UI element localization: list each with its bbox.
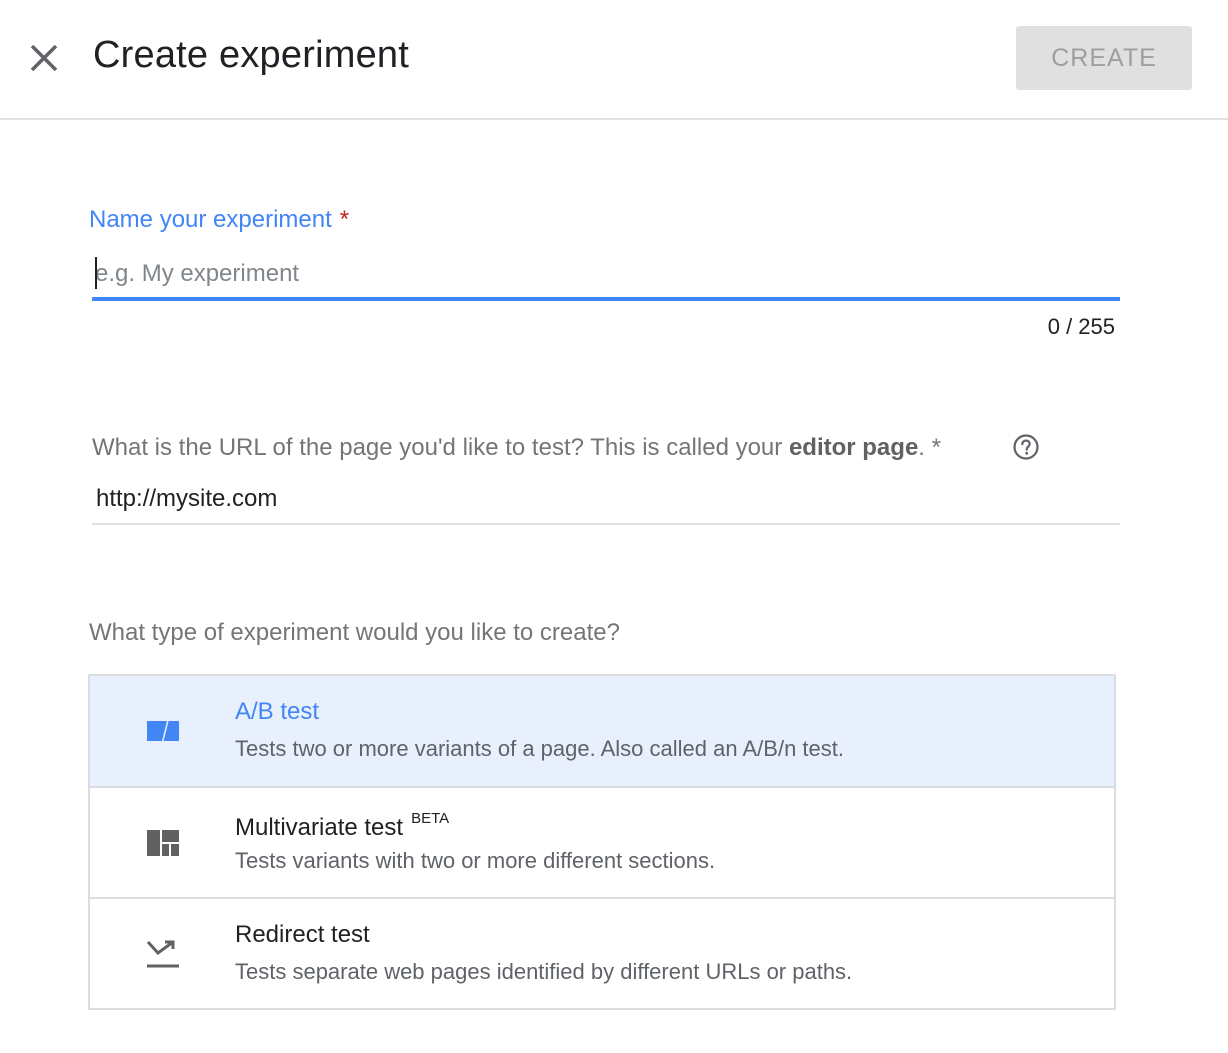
option-title-text: Multivariate test	[235, 814, 404, 841]
close-button[interactable]	[24, 38, 64, 78]
create-button[interactable]: CREATE	[1016, 26, 1192, 90]
option-ab-test[interactable]: A/B test Tests two or more variants of a…	[90, 676, 1114, 786]
url-input-underline	[92, 523, 1120, 525]
option-description: Tests variants with two or more differen…	[235, 848, 716, 873]
option-title: Multivariate test BETA	[235, 810, 449, 842]
experiment-type-list: A/B test Tests two or more variants of a…	[88, 674, 1116, 1010]
help-circle-icon[interactable]	[1012, 433, 1040, 461]
option-redirect-test[interactable]: Redirect test Tests separate web pages i…	[90, 897, 1114, 1008]
option-description: Tests separate web pages identified by d…	[235, 959, 853, 984]
option-multivariate-test[interactable]: Multivariate test BETA Tests variants wit…	[90, 786, 1114, 897]
help-button[interactable]	[1012, 433, 1040, 461]
name-input-underline-focused	[92, 297, 1120, 301]
experiment-name-input[interactable]	[92, 252, 1120, 296]
required-asterisk: *	[339, 206, 350, 233]
editor-url-label: What is the URL of the page you'd like t…	[92, 434, 941, 462]
close-icon[interactable]	[24, 38, 64, 78]
option-title: Redirect test	[235, 921, 370, 948]
option-title: A/B test	[235, 698, 320, 725]
name-field-label: Name your experiment *	[89, 206, 349, 234]
experiment-type-question: What type of experiment would you like t…	[89, 619, 620, 646]
dialog-header: Create experiment CREATE	[0, 0, 1228, 120]
page-title: Create experiment	[93, 34, 409, 76]
redirect-icon	[146, 940, 179, 968]
url-label-prefix: What is the URL of the page you'd like t…	[92, 434, 789, 461]
beta-badge: BETA	[411, 810, 450, 827]
editor-url-input[interactable]	[92, 478, 1120, 520]
ab-test-icon	[147, 721, 179, 741]
option-description: Tests two or more variants of a page. Al…	[235, 736, 844, 761]
name-label-text: Name your experiment	[89, 206, 332, 233]
character-counter: 0 / 255	[1047, 314, 1115, 339]
multivariate-icon	[147, 830, 179, 856]
text-caret	[95, 257, 97, 289]
url-label-bold: editor page	[788, 434, 919, 461]
url-label-suffix: . *	[918, 434, 941, 461]
